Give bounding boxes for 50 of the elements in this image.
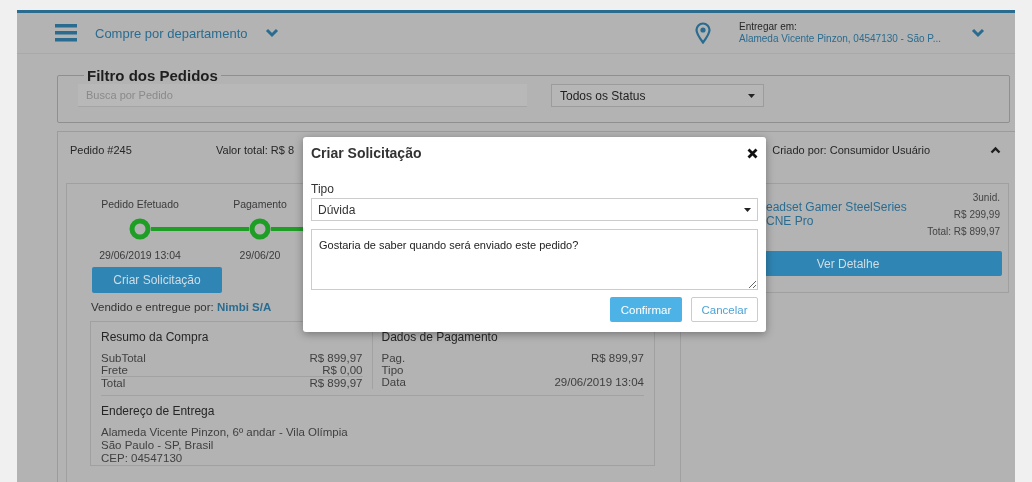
step-date: 29/06/20 bbox=[239, 249, 281, 261]
dialog-title: Criar Solicitação bbox=[311, 145, 422, 161]
summary-label: Pag. bbox=[381, 352, 406, 364]
product-name[interactable]: CNE Pro bbox=[766, 214, 907, 228]
step-date: 29/06/2019 13:04 bbox=[99, 249, 181, 261]
close-icon[interactable] bbox=[747, 147, 758, 159]
create-request-button[interactable]: Criar Solicitação bbox=[92, 267, 222, 293]
summary-value: R$ 0,00 bbox=[322, 364, 363, 376]
section-title: Dados de Pagamento bbox=[381, 330, 499, 344]
type-dropdown[interactable]: Dúvida bbox=[311, 198, 758, 221]
step-label: Pedido Efetuado bbox=[101, 198, 179, 210]
summary-label: Tipo bbox=[381, 364, 404, 376]
deliver-label: Entregar em: bbox=[739, 21, 798, 33]
section-title: Endereço de Entrega bbox=[101, 405, 216, 418]
section-title: Resumo da Compra bbox=[101, 330, 210, 344]
quantity: 3unid. bbox=[972, 192, 1000, 204]
menu-icon[interactable] bbox=[55, 24, 77, 42]
department-menu-link[interactable]: Compre por departamento bbox=[95, 25, 248, 41]
address-line: São Paulo - SP, Brasil bbox=[101, 439, 215, 452]
step-label: Pagamento bbox=[233, 198, 287, 210]
summary-value: R$ 899,97 bbox=[590, 352, 644, 364]
summary-value: 29/06/2019 13:04 bbox=[554, 376, 644, 388]
chevron-up-icon[interactable] bbox=[990, 146, 1001, 154]
caret-icon bbox=[748, 93, 755, 98]
filter-title: Filtro dos Pedidos bbox=[86, 67, 219, 84]
order-total: Valor total: R$ 8 bbox=[216, 144, 295, 156]
unit-price: R$ 299,99 bbox=[953, 209, 1000, 221]
confirm-button[interactable]: Confirmar bbox=[610, 297, 682, 322]
summary-value: R$ 899,97 bbox=[309, 352, 363, 364]
summary-label: Frete bbox=[101, 364, 128, 376]
order-number: Pedido #245 bbox=[70, 144, 133, 156]
product-name[interactable]: eadset Gamer SteelSeries bbox=[766, 200, 907, 214]
summary-label: Data bbox=[381, 376, 406, 388]
summary-value: R$ 899,97 bbox=[309, 377, 363, 389]
summary-label: SubTotal bbox=[101, 352, 146, 364]
type-label: Tipo bbox=[311, 182, 335, 196]
seller-info: Vendido e entregue por: Nimbi S/A bbox=[91, 301, 272, 313]
message-field[interactable]: Gostaria de saber quando será enviado este pedido? bbox=[311, 229, 758, 290]
created-by: Criado por: Consumidor Usuário bbox=[772, 144, 930, 156]
chevron-down-icon[interactable] bbox=[265, 28, 280, 38]
caret-icon bbox=[744, 207, 751, 212]
summary-label: Total bbox=[101, 377, 126, 389]
cancel-button[interactable]: Cancelar bbox=[691, 297, 758, 322]
location-pin-icon bbox=[695, 22, 711, 44]
delivery-address[interactable]: Alameda Vicente Pinzon, 04547130 - São P... bbox=[739, 33, 941, 45]
product-total: Total: R$ 899,97 bbox=[927, 226, 1000, 238]
chevron-down-icon[interactable] bbox=[971, 28, 985, 38]
address-line: CEP: 04547130 bbox=[101, 452, 184, 465]
address-line: Alameda Vicente Pinzon, 6º andar - Vila Olímpia bbox=[101, 426, 349, 439]
status-dropdown[interactable]: Todos os Status bbox=[551, 84, 764, 107]
